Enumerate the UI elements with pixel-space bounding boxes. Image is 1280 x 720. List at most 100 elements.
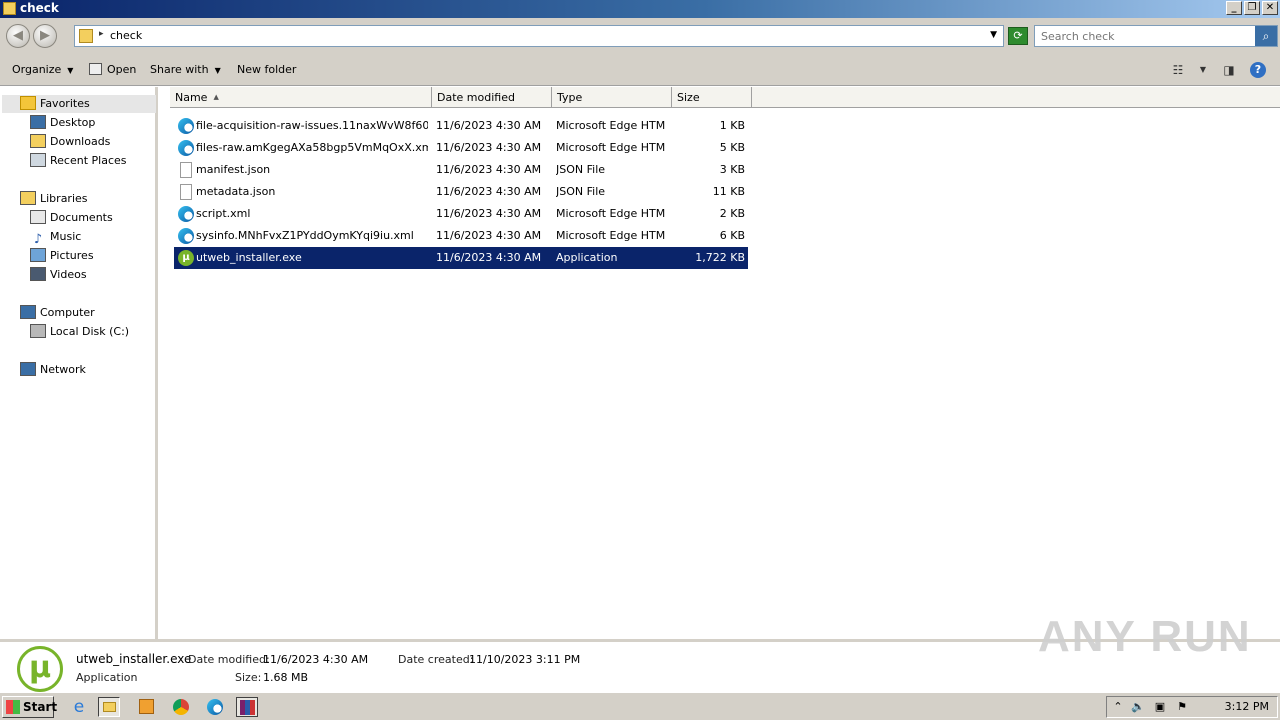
chevron-down-icon: ▼ [214, 66, 221, 75]
nav-label: Music [50, 230, 82, 243]
file-type: Microsoft Edge HTM... [556, 141, 666, 154]
close-button[interactable]: ✕ [1262, 1, 1278, 15]
folder-icon [103, 702, 116, 712]
preview-pane-icon[interactable]: ◨ [1221, 63, 1237, 77]
desktop-icon [30, 115, 46, 129]
file-name: file-acquisition-raw-issues.11naxWvW8f60… [196, 119, 428, 132]
column-header-name[interactable]: Name ▲ [170, 87, 432, 108]
forward-button[interactable]: ▶ [33, 24, 57, 48]
column-header-type[interactable]: Type [552, 87, 672, 108]
details-size-value: 1.68 MB [263, 671, 309, 684]
media-player-icon[interactable] [136, 697, 158, 717]
file-date: 11/6/2023 4:30 AM [436, 163, 542, 176]
archiver-glyph [240, 700, 255, 715]
nav-recent-places[interactable]: Recent Places [30, 152, 127, 170]
nav-videos[interactable]: Videos [30, 266, 87, 284]
file-date: 11/6/2023 4:30 AM [436, 185, 542, 198]
nav-pictures[interactable]: Pictures [30, 247, 94, 265]
file-type: JSON File [556, 185, 606, 198]
open-icon [89, 63, 102, 75]
details-type: Application [76, 671, 138, 684]
media-player-glyph [139, 699, 154, 714]
back-button[interactable]: ◀ [6, 24, 30, 48]
nav-label: Videos [50, 268, 87, 281]
utorrent-icon: µ [178, 250, 194, 266]
document-icon [180, 184, 192, 200]
organize-button[interactable]: Organize ▼ [12, 63, 73, 76]
document-icon [180, 162, 192, 178]
edge-icon[interactable] [204, 697, 226, 717]
clock[interactable]: 3:12 PM [1225, 700, 1269, 713]
file-row-selected[interactable]: µ utweb_installer.exe 11/6/2023 4:30 AM … [174, 247, 748, 269]
help-icon[interactable]: ? [1250, 62, 1266, 78]
nav-label: Recent Places [50, 154, 127, 167]
nav-computer[interactable]: Computer [20, 304, 95, 322]
internet-explorer-icon[interactable]: e [68, 697, 90, 717]
navigation-pane: Favorites Desktop Downloads Recent Place… [0, 87, 158, 639]
chrome-icon[interactable] [170, 697, 192, 717]
new-folder-button[interactable]: New folder [237, 63, 296, 76]
file-size: 2 KB [719, 207, 745, 220]
nav-libraries[interactable]: Libraries [20, 190, 88, 208]
column-header-filler [752, 87, 1280, 108]
chevron-right-icon[interactable]: ▸ [99, 29, 104, 39]
view-options-icon[interactable]: ☷ [1170, 63, 1186, 77]
column-header-date[interactable]: Date modified [432, 87, 552, 108]
action-center-flag-icon[interactable]: ⚑ [1175, 700, 1189, 714]
nav-local-disk[interactable]: Local Disk (C:) [30, 323, 129, 341]
file-size: 1 KB [719, 119, 745, 132]
column-header-size[interactable]: Size [672, 87, 752, 108]
refresh-button[interactable]: ⟳ [1008, 27, 1028, 45]
nav-downloads[interactable]: Downloads [30, 133, 110, 151]
nav-favorites[interactable]: Favorites [2, 95, 156, 113]
archiver-icon[interactable] [236, 697, 258, 717]
window-title: check [20, 1, 59, 15]
search-input[interactable] [1035, 26, 1255, 46]
file-row[interactable]: sysinfo.MNhFvxZ1PYddOymKYqi9iu.xml 11/6/… [174, 225, 748, 247]
file-type: Microsoft Edge HTM... [556, 207, 666, 220]
file-size: 11 KB [712, 185, 745, 198]
restore-button[interactable]: ❐ [1244, 1, 1260, 15]
command-bar: Organize ▼ Open Share with ▼ New folder ☷ … [0, 54, 1280, 86]
file-name: manifest.json [196, 163, 271, 176]
file-row[interactable]: files-raw.amKgegAXa58bgp5VmMqOxX.xml 11/… [174, 137, 748, 159]
window-controls: _ ❐ ✕ [1226, 1, 1278, 15]
share-with-label: Share with [150, 63, 209, 76]
edge-icon [178, 118, 194, 134]
open-button[interactable]: Open [89, 63, 136, 76]
start-button[interactable]: Start [2, 696, 58, 718]
nav-label: Desktop [50, 116, 96, 129]
chevron-down-icon[interactable]: ▼ [990, 30, 997, 40]
nav-network[interactable]: Network [20, 361, 86, 379]
title-bar: check _ ❐ ✕ [0, 0, 1280, 18]
column-label: Type [557, 91, 583, 104]
show-hidden-icons-icon[interactable]: ⌃ [1111, 700, 1125, 714]
edge-icon [178, 140, 194, 156]
chevron-down-icon[interactable]: ▼ [1195, 65, 1211, 79]
file-row[interactable]: file-acquisition-raw-issues.11naxWvW8f60… [174, 115, 748, 137]
edge-glyph [207, 699, 223, 715]
utorrent-icon: µ [17, 646, 63, 692]
file-row[interactable]: script.xml 11/6/2023 4:30 AM Microsoft E… [174, 203, 748, 225]
volume-icon[interactable]: 🔈 [1131, 700, 1145, 714]
computer-icon [20, 305, 36, 319]
network-tray-icon[interactable]: ▣ [1153, 700, 1167, 714]
nav-desktop[interactable]: Desktop [30, 114, 95, 132]
file-row[interactable]: manifest.json 11/6/2023 4:30 AM JSON Fil… [174, 159, 748, 181]
address-bar[interactable]: ▸ check ▼ [74, 25, 1004, 47]
file-size: 5 KB [719, 141, 745, 154]
file-date: 11/6/2023 4:30 AM [436, 251, 542, 264]
nav-label: Local Disk (C:) [50, 325, 130, 338]
file-row[interactable]: metadata.json 11/6/2023 4:30 AM JSON Fil… [174, 181, 748, 203]
explorer-taskbar-button[interactable] [98, 697, 120, 717]
search-icon[interactable]: ⌕ [1255, 26, 1277, 46]
share-with-button[interactable]: Share with ▼ [150, 63, 221, 76]
search-box[interactable]: ⌕ [1034, 25, 1278, 47]
breadcrumb-check[interactable]: check [110, 29, 142, 42]
file-name: files-raw.amKgegAXa58bgp5VmMqOxX.xml [196, 141, 428, 154]
minimize-button[interactable]: _ [1226, 1, 1242, 15]
nav-music[interactable]: ♪ Music [30, 228, 82, 247]
details-modified-value: 11/6/2023 4:30 AM [263, 653, 369, 666]
nav-documents[interactable]: Documents [30, 209, 113, 227]
start-label: Start [23, 700, 58, 714]
